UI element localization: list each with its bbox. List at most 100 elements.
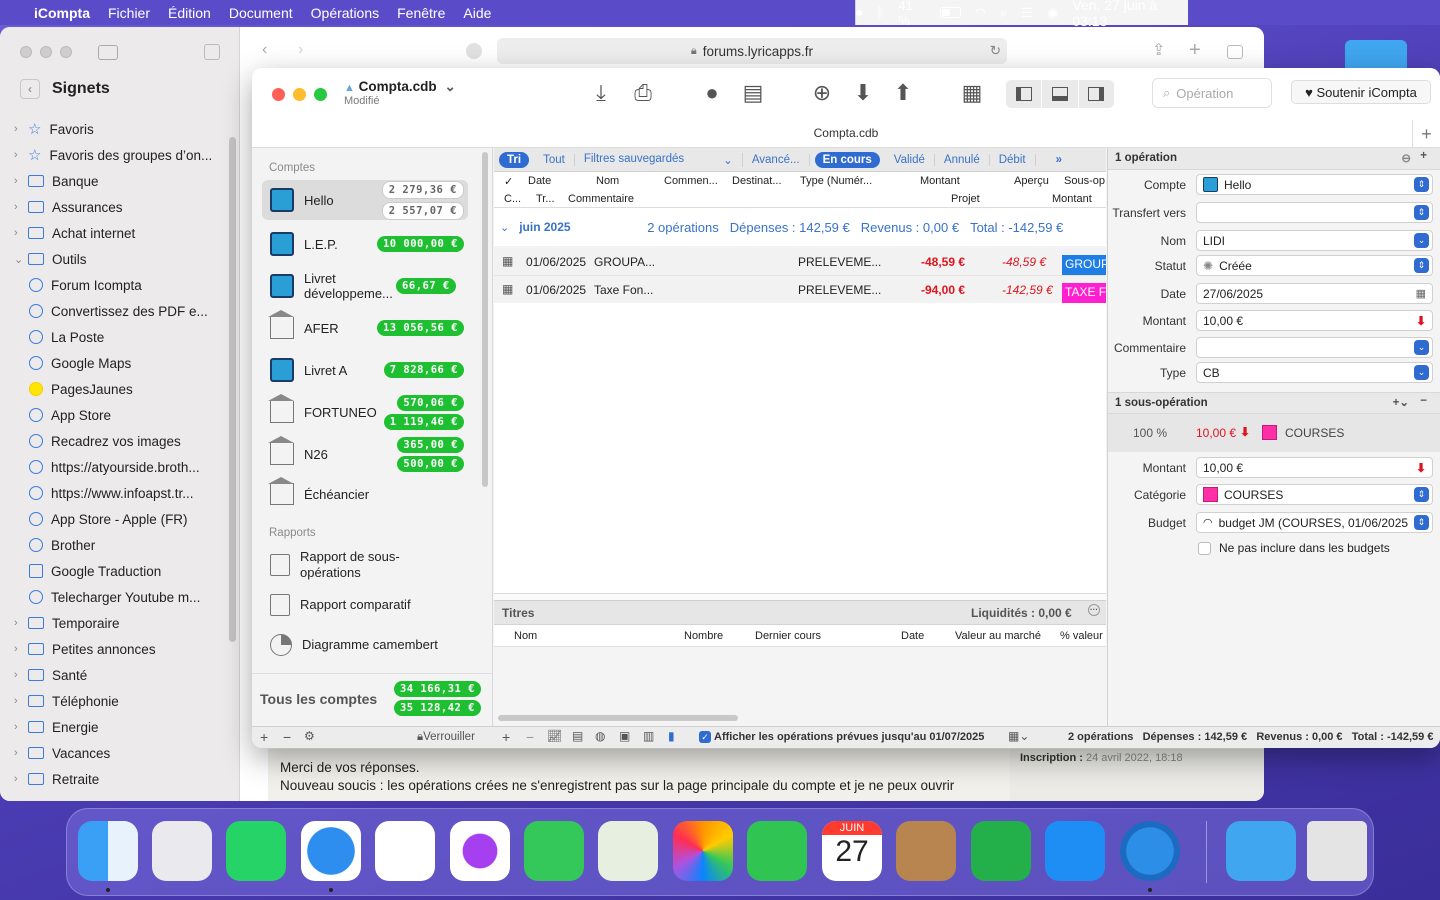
bookmark-item[interactable]: Brother — [14, 532, 95, 558]
print-icon[interactable]: ⎙ — [630, 80, 656, 106]
bookmark-folder[interactable]: › Téléphonie — [14, 688, 119, 714]
chevron-right-icon[interactable]: › — [14, 617, 28, 629]
bluetooth-icon[interactable]: ᛒ — [877, 5, 885, 20]
chevron-right-icon[interactable]: › — [14, 669, 28, 681]
col-montant-2[interactable]: Montant — [1052, 193, 1092, 205]
bookmark-folder[interactable]: › Vacances — [14, 740, 110, 766]
support-button[interactable]: ♥ Soutenir iCompta — [1291, 80, 1431, 104]
bookmark-item[interactable]: Google Traduction — [14, 558, 161, 584]
siri-icon[interactable]: ◉ — [1047, 5, 1058, 21]
col-sousop[interactable]: Sous-op — [1064, 175, 1105, 187]
calendar-icon[interactable]: ▦ — [1416, 287, 1426, 300]
numbers-icon[interactable] — [971, 821, 1031, 881]
col-commentaire[interactable]: Commen... — [664, 175, 718, 187]
close-button[interactable] — [20, 46, 32, 58]
report-comparatif[interactable]: Rapport comparatif — [270, 594, 411, 616]
whatsapp-icon[interactable] — [226, 821, 286, 881]
bookmark-item[interactable]: Forum Icompta — [14, 272, 142, 298]
transfer-select[interactable]: ⇕ — [1196, 202, 1433, 223]
battery-icon[interactable] — [940, 7, 961, 18]
account-row[interactable]: Hello 2 279,36 € 2 557,07 € — [262, 180, 468, 220]
account-row[interactable]: Livret A 7 828,66 € — [262, 350, 468, 390]
remove-transaction-icon[interactable]: − — [526, 729, 534, 745]
arrow-down-icon[interactable]: ⬇ — [850, 80, 876, 106]
gear-icon[interactable]: ⚙︎ — [304, 729, 315, 743]
close-button[interactable] — [272, 88, 285, 101]
bookmark-folder[interactable]: ⌄ Outils — [14, 246, 87, 272]
bar-chart-icon[interactable]: ▮ — [668, 729, 675, 743]
account-row[interactable]: N26 365,00 € 500,00 € — [262, 434, 468, 474]
chevron-right-icon[interactable]: › — [14, 149, 28, 161]
category-select[interactable]: COURSES ⇕ — [1196, 484, 1433, 505]
globe-icon[interactable]: ◍ — [595, 729, 605, 743]
all-accounts-row[interactable]: Tous les comptes 34 166,31 € 35 128,42 € — [252, 673, 493, 723]
columns-icon[interactable]: ▥ — [643, 729, 654, 743]
amount-field[interactable]: 10,00 € ⬇ — [1196, 310, 1433, 331]
minimize-button[interactable] — [40, 46, 52, 58]
downloads-folder-icon[interactable] — [1226, 821, 1296, 881]
minimize-button[interactable] — [293, 88, 306, 101]
budget-select[interactable]: ◠ budget JM (COURSES, 01/06/2025... ⇕ — [1196, 512, 1433, 533]
bookmark-item[interactable]: App Store - Apple (FR) — [14, 506, 188, 532]
address-bar[interactable]: 🔒︎ forums.lyricapps.fr ↻ — [497, 38, 1007, 64]
right-panel-icon[interactable] — [1078, 80, 1114, 108]
remove-account-icon[interactable]: − — [283, 729, 291, 745]
account-row[interactable]: AFER 13 056,56 € — [262, 308, 468, 348]
chevron-right-icon[interactable]: › — [14, 201, 28, 213]
reload-icon[interactable]: ↻ — [990, 43, 1001, 59]
col-nom[interactable]: Nom — [514, 630, 537, 642]
filter-annule[interactable]: Annulé — [935, 153, 990, 166]
account-row[interactable]: L.E.P. 10 000,00 € — [262, 224, 468, 264]
calendar-icon[interactable]: JUIN 27 — [822, 821, 882, 881]
contacts-icon[interactable] — [896, 821, 956, 881]
remove-subop-icon[interactable]: − — [1420, 395, 1427, 407]
bookmark-folder[interactable]: › Temporaire — [14, 610, 120, 636]
report-subops[interactable]: Rapport de sous-opérations — [270, 549, 410, 581]
subop-amount-field[interactable]: 10,00 € ⬇ — [1196, 457, 1433, 478]
bookmark-folder[interactable]: › Achat internet — [14, 220, 135, 246]
search-field[interactable]: ⌕ Opération — [1152, 78, 1272, 108]
filter-tri[interactable]: Tri — [499, 151, 530, 168]
account-row[interactable]: Échéancier — [262, 474, 468, 514]
facetime-icon[interactable] — [747, 821, 807, 881]
month-group-header[interactable]: ⌄ juin 2025 2 opérations Dépenses : 142,… — [494, 208, 1106, 246]
wifi-icon[interactable]: ◠ — [975, 5, 986, 21]
bookmark-item[interactable]: › ☆ Favoris des groupes d’on... — [14, 142, 212, 168]
menu-fenetre[interactable]: Fenêtre — [397, 5, 445, 21]
chevron-down-icon[interactable]: ⌄ — [444, 79, 455, 94]
icompta-icon[interactable] — [1120, 821, 1180, 881]
left-panel-icon[interactable] — [1006, 80, 1043, 108]
col-nom[interactable]: Nom — [596, 175, 619, 187]
menu-edition[interactable]: Édition — [168, 5, 211, 21]
bookmark-item[interactable]: Google Maps — [14, 350, 131, 376]
col-check[interactable]: ✓ — [504, 175, 513, 188]
more-icon[interactable]: ··· — [1088, 604, 1100, 616]
account-select[interactable]: Hello ⇕ — [1196, 174, 1433, 195]
horizontal-scrollbar[interactable] — [498, 715, 738, 721]
calculator-icon[interactable]: ▦ — [959, 80, 985, 106]
safari-icon[interactable] — [301, 821, 361, 881]
image-icon[interactable]: ▣ — [619, 729, 630, 743]
exclude-budget-row[interactable]: Ne pas inclure dans les budgets — [1198, 541, 1390, 555]
add-icon[interactable]: + — [1420, 150, 1427, 162]
col-valeur-marche[interactable]: Valeur au marché — [955, 630, 1041, 642]
bookmark-folder[interactable]: › Santé — [14, 662, 87, 688]
bookmark-folder[interactable]: › Retraite — [14, 766, 99, 792]
sidebar-toggle-icon[interactable] — [98, 45, 118, 60]
bookmark-item[interactable]: PagesJaunes — [14, 376, 133, 402]
exclude-budget-checkbox[interactable] — [1198, 541, 1211, 555]
app-menu[interactable]: iCompta — [34, 5, 90, 21]
record-icon[interactable]: ⏺ — [856, 5, 863, 21]
document-title-area[interactable]: ▲ Compta.cdb ⌄ Modifié — [344, 79, 456, 107]
document-icon[interactable]: ▤ — [740, 80, 766, 106]
messenger-icon[interactable] — [450, 821, 510, 881]
add-tab-icon[interactable]: + — [1412, 120, 1440, 148]
bookmark-item[interactable]: Recadrez vos images — [14, 428, 181, 454]
col-date[interactable]: Date — [528, 175, 551, 187]
bookmark-folder[interactable]: › Energie — [14, 714, 99, 740]
chevron-right-icon[interactable]: › — [14, 123, 28, 135]
bookmark-item[interactable]: App Store — [14, 402, 111, 428]
transaction-row[interactable]: ▦ 01/06/2025 GROUPA... PRELEVEME... -48,59 €… — [494, 248, 1106, 276]
zoom-button[interactable] — [314, 88, 327, 101]
status-select[interactable]: ✺ Créée ⇕ — [1196, 255, 1433, 276]
